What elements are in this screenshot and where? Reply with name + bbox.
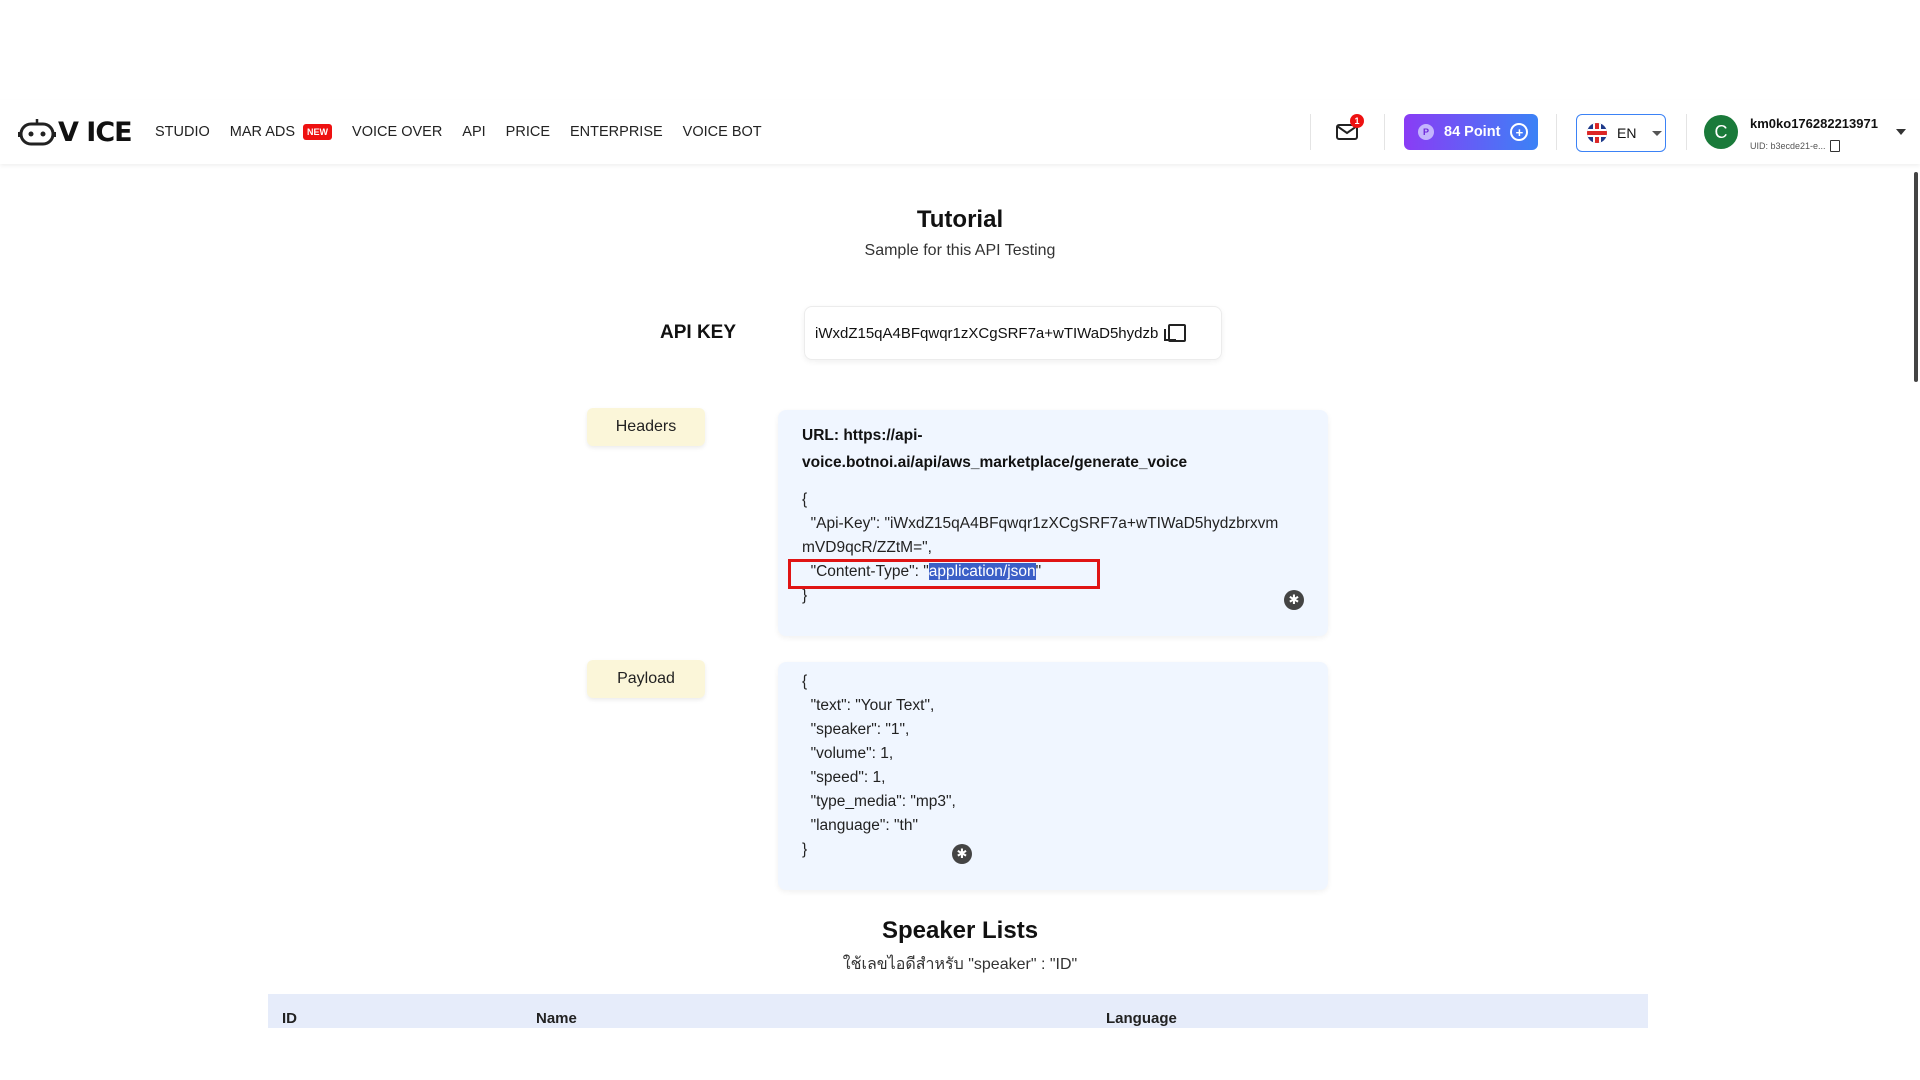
code-line: { bbox=[802, 491, 808, 508]
payload-tab[interactable]: Payload bbox=[587, 660, 705, 698]
speaker-lists-subtitle: ใช้เลขไอดีสำหรับ "speaker" : "ID" bbox=[842, 956, 1078, 973]
divider bbox=[1686, 114, 1687, 150]
divider bbox=[1384, 114, 1385, 150]
tutorial-title: Tutorial bbox=[916, 206, 1004, 233]
points-label: 84 Point bbox=[1444, 124, 1501, 140]
nav-price[interactable]: PRICE bbox=[506, 124, 550, 140]
nav-voice-bot[interactable]: VOICE BOT bbox=[683, 124, 762, 140]
mail-button[interactable]: 1 bbox=[1335, 114, 1364, 144]
headers-code: { "Api-Key": "iWxdZ15qA4BFqwqr1zXCgSRF7a… bbox=[802, 488, 1278, 608]
code-line: "volume": 1, bbox=[802, 745, 894, 762]
uid-text: UID: b3ecde21-e... bbox=[1750, 141, 1826, 151]
api-key-field[interactable]: iWxdZ15qA4BFqwqr1zXCgSRF7a+wTIWaD5hydzb bbox=[804, 306, 1222, 360]
logo-text: V ICE bbox=[58, 116, 133, 148]
code-line: "type_media": "mp3", bbox=[802, 793, 956, 810]
code-line: "speaker": "1", bbox=[802, 721, 910, 738]
mail-count-badge: 1 bbox=[1350, 114, 1364, 128]
divider bbox=[1556, 114, 1557, 150]
nav-price-label: PRICE bbox=[505, 124, 550, 140]
username: km0ko176282213971 bbox=[1750, 116, 1878, 131]
code-line: "Api-Key": "iWxdZ15qA4BFqwqr1zXCgSRF7a+w… bbox=[802, 515, 1279, 532]
scrollbar-thumb[interactable] bbox=[1914, 172, 1918, 382]
code-line: "speed": 1, bbox=[802, 769, 886, 786]
nav-voice-bot-label: VOICE BOT bbox=[682, 124, 762, 140]
chevron-down-icon bbox=[1652, 130, 1663, 136]
user-menu-chevron-icon[interactable] bbox=[1896, 129, 1906, 135]
code-line: { bbox=[802, 673, 808, 690]
top-navbar: V ICE STUDIO MAR ADS NEW VOICE OVER API P… bbox=[0, 100, 1920, 164]
url-line-1: URL: https://api- bbox=[802, 427, 923, 444]
points-button[interactable]: P 84 Point + bbox=[1404, 114, 1538, 150]
language-select[interactable]: EN bbox=[1576, 114, 1666, 152]
logo[interactable]: V ICE bbox=[18, 114, 133, 150]
speaker-table-header: ID Name Language bbox=[268, 994, 1648, 1028]
headers-tab[interactable]: Headers bbox=[587, 408, 705, 446]
headers-code-card: URL: https://api- voice.botnoi.ai/api/aw… bbox=[778, 410, 1328, 636]
api-key-value: iWxdZ15qA4BFqwqr1zXCgSRF7a+wTIWaD5hydzb bbox=[815, 324, 1159, 342]
nav-enterprise-label: ENTERPRISE bbox=[570, 124, 663, 140]
robot-logo-icon bbox=[18, 119, 56, 146]
code-line: mVD9qcR/ZZtM=", bbox=[802, 539, 932, 556]
column-name[interactable]: Name bbox=[536, 1010, 577, 1027]
nav-voice-over-label: VOICE OVER bbox=[352, 124, 443, 140]
speaker-lists-title: Speaker Lists bbox=[881, 917, 1039, 944]
ai-sparkle-icon[interactable]: ✱ bbox=[1284, 590, 1304, 610]
language-value: EN bbox=[1617, 125, 1637, 141]
uk-flag-icon bbox=[1587, 123, 1607, 143]
copy-icon[interactable] bbox=[1164, 324, 1187, 342]
nav-api[interactable]: API bbox=[462, 124, 485, 140]
user-uid: UID: b3ecde21-e... bbox=[1750, 140, 1840, 152]
payload-code: { "text": "Your Text", "speaker": "1", "… bbox=[802, 670, 956, 862]
copy-uid-icon[interactable] bbox=[1829, 140, 1840, 152]
main-nav: STUDIO MAR ADS NEW VOICE OVER API PRICE E… bbox=[155, 100, 762, 164]
nav-mar-ads[interactable]: MAR ADS NEW bbox=[229, 124, 333, 140]
payload-code-card: { "text": "Your Text", "speaker": "1", "… bbox=[778, 662, 1328, 890]
point-coin-icon: P bbox=[1418, 124, 1434, 140]
nav-api-label: API bbox=[462, 124, 486, 140]
highlight-annotation-box bbox=[788, 559, 1100, 589]
divider bbox=[1310, 114, 1311, 150]
add-points-icon: + bbox=[1510, 123, 1529, 141]
new-badge: NEW bbox=[303, 124, 333, 140]
nav-voice-over[interactable]: VOICE OVER bbox=[352, 124, 442, 140]
api-key-label: API KEY bbox=[660, 322, 737, 343]
code-line: } bbox=[802, 841, 808, 858]
tutorial-subtitle: Sample for this API Testing bbox=[864, 242, 1056, 259]
ai-sparkle-icon[interactable]: ✱ bbox=[952, 844, 972, 864]
column-id[interactable]: ID bbox=[282, 1010, 297, 1027]
column-language[interactable]: Language bbox=[1106, 1010, 1177, 1027]
nav-studio[interactable]: STUDIO bbox=[155, 124, 210, 140]
nav-studio-label: STUDIO bbox=[155, 124, 210, 140]
code-line: "language": "th" bbox=[802, 817, 918, 834]
avatar[interactable]: C bbox=[1704, 115, 1738, 149]
api-url: URL: https://api- voice.botnoi.ai/api/aw… bbox=[802, 422, 1312, 476]
url-line-2: voice.botnoi.ai/api/aws_marketplace/gene… bbox=[802, 454, 1188, 471]
nav-mar-ads-label: MAR ADS bbox=[229, 124, 296, 140]
nav-enterprise[interactable]: ENTERPRISE bbox=[570, 124, 663, 140]
code-line: "text": "Your Text", bbox=[802, 697, 935, 714]
